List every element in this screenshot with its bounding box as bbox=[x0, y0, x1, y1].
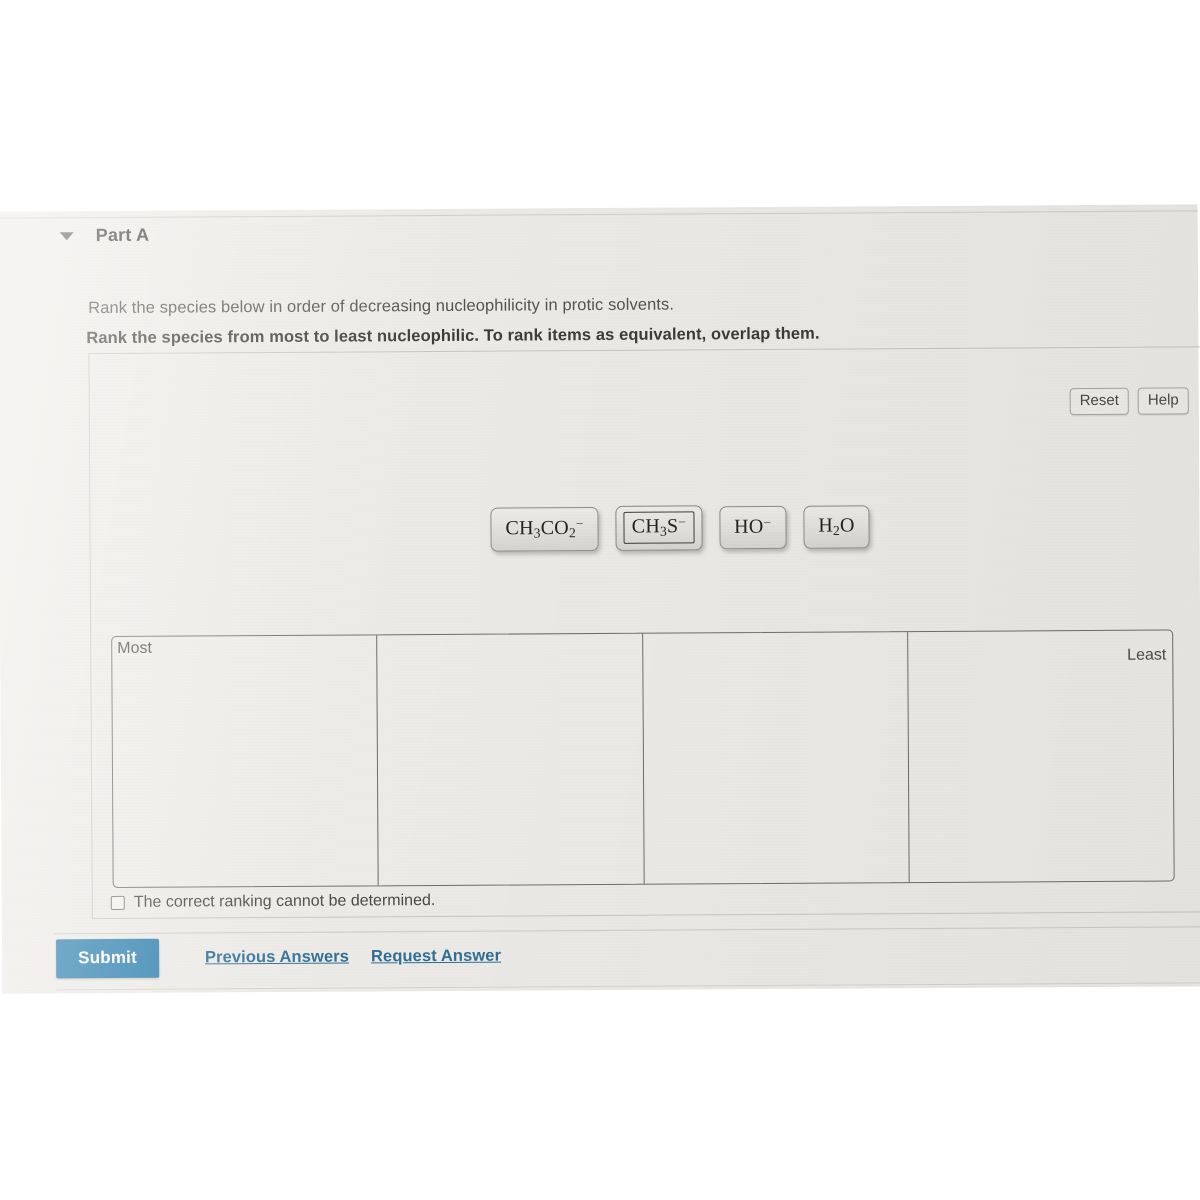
ranking-answer-box: Reset Help CH3CO2− CH3S− HO− H2O Most Le… bbox=[88, 346, 1200, 920]
previous-answers-link[interactable]: Previous Answers bbox=[205, 948, 349, 968]
cannot-determine-label: The correct ranking cannot be determined… bbox=[133, 892, 436, 911]
photo-of-screen: Part A Rank the species below in order o… bbox=[0, 0, 1200, 1200]
part-a-header[interactable]: Part A bbox=[59, 224, 150, 247]
footer-divider bbox=[53, 926, 1200, 935]
page-title: Part A bbox=[95, 224, 150, 246]
reset-button[interactable]: Reset bbox=[1069, 387, 1129, 415]
ranking-label-most: Most bbox=[117, 639, 152, 657]
species-tile-acetate[interactable]: CH3CO2− bbox=[490, 506, 599, 552]
card-bottom-divider bbox=[56, 982, 1200, 991]
help-button[interactable]: Help bbox=[1137, 387, 1189, 415]
formula-thiolate: CH3S− bbox=[631, 514, 687, 539]
species-tile-row: CH3CO2− CH3S− HO− H2O bbox=[490, 504, 870, 552]
ranking-label-least: Least bbox=[1127, 646, 1167, 664]
species-tile-thiolate[interactable]: CH3S− bbox=[615, 505, 703, 551]
ranking-bin-3[interactable] bbox=[642, 632, 910, 884]
request-answer-link[interactable]: Request Answer bbox=[371, 947, 501, 967]
card-top-divider bbox=[0, 210, 1198, 219]
formula-hydroxide: HO− bbox=[734, 515, 772, 539]
prompt-line-1: Rank the species below in order of decre… bbox=[88, 295, 675, 318]
formula-acetate: CH3CO2− bbox=[505, 515, 584, 540]
ranking-bin-2[interactable] bbox=[377, 633, 645, 886]
cannot-determine-row[interactable]: The correct ranking cannot be determined… bbox=[110, 892, 436, 912]
ranking-bins: Most Least bbox=[111, 629, 1175, 888]
submit-button[interactable]: Submit bbox=[56, 938, 160, 979]
selection-frame: CH3S− bbox=[623, 511, 695, 544]
cannot-determine-checkbox[interactable] bbox=[110, 895, 125, 910]
species-tile-hydroxide[interactable]: HO− bbox=[719, 506, 787, 550]
caret-down-icon[interactable] bbox=[59, 231, 74, 240]
tool-buttons: Reset Help bbox=[1069, 387, 1189, 415]
prompt-line-2: Rank the species from most to least nucl… bbox=[86, 324, 820, 348]
ranking-bin-4[interactable]: Least bbox=[908, 631, 1174, 883]
ranking-bin-1[interactable]: Most bbox=[112, 635, 379, 887]
formula-water: H2O bbox=[818, 514, 855, 538]
species-tile-water[interactable]: H2O bbox=[803, 505, 870, 549]
action-row: Submit Previous Answers Request Answer bbox=[56, 937, 501, 979]
screen-content: Part A Rank the species below in order o… bbox=[0, 204, 1200, 994]
